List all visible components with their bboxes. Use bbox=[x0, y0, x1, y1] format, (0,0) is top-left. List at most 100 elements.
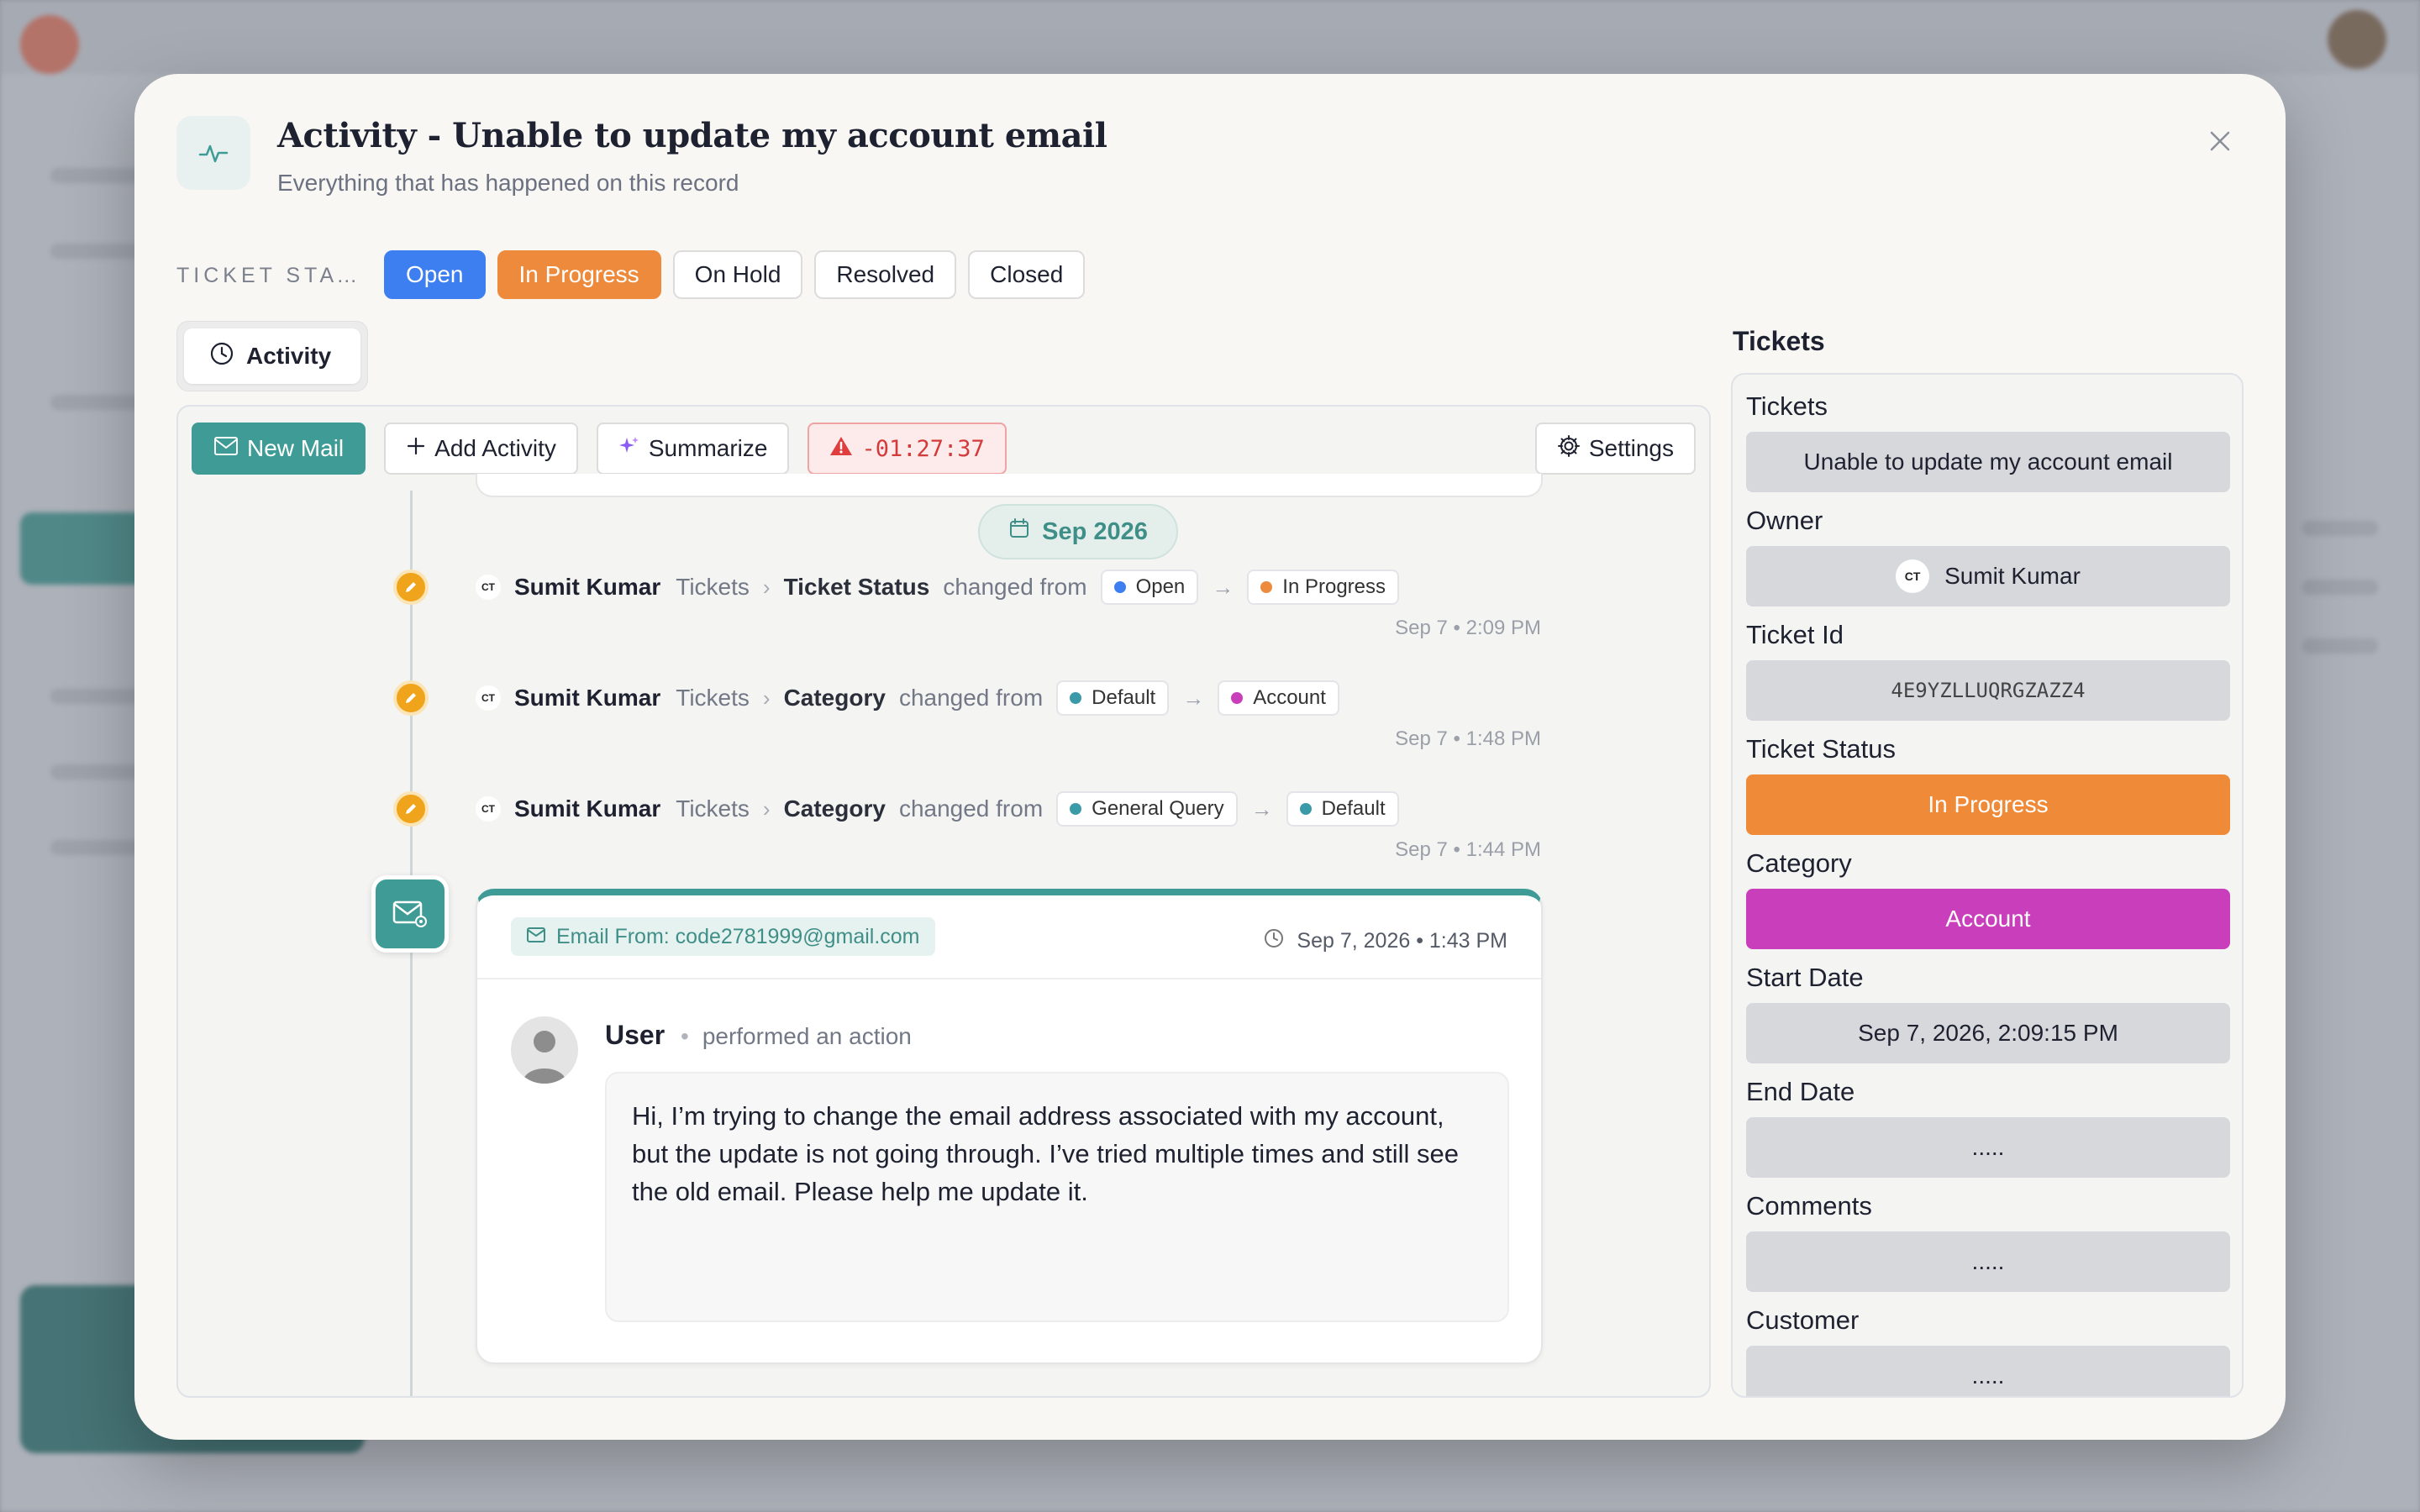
add-activity-label: Add Activity bbox=[434, 435, 556, 461]
field-label: Category bbox=[1746, 848, 1852, 878]
email-body: Hi, I’m trying to change the email addre… bbox=[605, 1072, 1509, 1322]
tab-bar: Activity bbox=[176, 321, 368, 391]
avatar: CT bbox=[476, 796, 501, 822]
status-dot bbox=[1231, 692, 1244, 704]
status-option-resolved[interactable]: Resolved bbox=[814, 250, 957, 299]
email-action-text: performed an action bbox=[702, 1023, 912, 1049]
field-value[interactable]: ..... bbox=[1746, 1117, 2230, 1178]
tab-activity[interactable]: Activity bbox=[184, 328, 360, 384]
field-label: Ticket Id bbox=[1746, 620, 1844, 649]
chevron-right-icon: › bbox=[762, 795, 771, 822]
field-value[interactable]: Unable to update my account email bbox=[1746, 432, 2230, 492]
field-owner: Owner CT Sumit Kumar bbox=[1746, 506, 2230, 606]
ticket-details-panel: Tickets Unable to update my account emai… bbox=[1731, 373, 2244, 1398]
avatar: CT bbox=[476, 685, 501, 711]
status-option-closed[interactable]: Closed bbox=[968, 250, 1086, 299]
pencil-icon bbox=[393, 791, 429, 827]
activity-module: Tickets bbox=[676, 685, 750, 711]
to-value-tag: Default bbox=[1286, 791, 1399, 827]
field-value[interactable]: 4E9YZLLUQRGZAZZ4 bbox=[1746, 660, 2230, 721]
activity-user[interactable]: Sumit Kumar bbox=[514, 685, 660, 711]
pencil-icon bbox=[393, 680, 429, 716]
date-group-label: Sep 2026 bbox=[1042, 517, 1148, 545]
activity-line: CT Sumit Kumar Tickets › Ticket Status c… bbox=[476, 566, 1399, 608]
new-mail-label: New Mail bbox=[247, 435, 345, 461]
ticket-status-selector: Open In Progress On Hold Resolved Closed bbox=[384, 250, 1086, 299]
status-option-on-hold[interactable]: On Hold bbox=[672, 250, 803, 299]
activity-field: Category bbox=[783, 685, 886, 711]
status-dot bbox=[1070, 692, 1082, 704]
summarize-label: Summarize bbox=[648, 435, 768, 461]
sla-timer-value: -01:27:37 bbox=[861, 435, 985, 462]
modal-subtitle: Everything that has happened on this rec… bbox=[277, 170, 739, 196]
status-option-in-progress[interactable]: In Progress bbox=[497, 250, 661, 299]
field-label: Owner bbox=[1746, 506, 1823, 535]
from-value: General Query bbox=[1092, 797, 1224, 820]
field-value[interactable]: ..... bbox=[1746, 1346, 2230, 1396]
chevron-right-icon: › bbox=[762, 685, 771, 711]
activity-time: Sep 7 • 1:48 PM bbox=[1395, 727, 1541, 750]
sla-timer[interactable]: -01:27:37 bbox=[808, 423, 1007, 475]
new-mail-button[interactable]: New Mail bbox=[192, 423, 366, 475]
arrow-right-icon: → bbox=[1250, 795, 1273, 822]
activity-time: Sep 7 • 1:44 PM bbox=[1395, 838, 1541, 861]
field-value[interactable]: Sep 7, 2026, 2:09:15 PM bbox=[1746, 1003, 2230, 1063]
mail-icon bbox=[526, 925, 546, 949]
email-from: Email From: code2781999@gmail.com bbox=[556, 924, 920, 948]
to-value: In Progress bbox=[1282, 575, 1386, 598]
gear-icon bbox=[1557, 434, 1581, 464]
warning-icon bbox=[829, 435, 853, 463]
plus-icon bbox=[406, 435, 426, 462]
chevron-right-icon: › bbox=[762, 574, 771, 600]
status-option-open[interactable]: Open bbox=[384, 250, 486, 299]
status-dot bbox=[1260, 581, 1273, 593]
date-group-chip: Sep 2026 bbox=[978, 504, 1178, 559]
email-card[interactable]: Email From: code2781999@gmail.com Sep 7,… bbox=[476, 889, 1543, 1364]
clock-icon bbox=[1263, 927, 1285, 955]
mail-icon bbox=[213, 435, 239, 462]
previous-card-edge bbox=[476, 474, 1543, 497]
activity-user[interactable]: Sumit Kumar bbox=[514, 574, 660, 601]
summarize-button[interactable]: Summarize bbox=[596, 423, 790, 475]
sparkle-icon bbox=[618, 435, 640, 463]
field-value[interactable]: Account bbox=[1746, 889, 2230, 949]
owner-value[interactable]: CT Sumit Kumar bbox=[1746, 546, 2230, 606]
avatar: CT bbox=[1896, 559, 1930, 593]
activity-user[interactable]: Sumit Kumar bbox=[514, 795, 660, 822]
activity-verb: changed from bbox=[898, 685, 1044, 711]
field-comments: Comments ..... bbox=[1746, 1191, 2230, 1292]
field-label: Customer bbox=[1746, 1305, 1860, 1335]
settings-button[interactable]: Settings bbox=[1534, 423, 1696, 475]
to-value-tag: In Progress bbox=[1247, 570, 1399, 605]
activity-line: CT Sumit Kumar Tickets › Category change… bbox=[476, 677, 1339, 719]
field-ticket-id: Ticket Id 4E9YZLLUQRGZAZZ4 bbox=[1746, 620, 2230, 721]
from-value-tag: Open bbox=[1100, 570, 1199, 605]
field-label: Tickets bbox=[1746, 391, 1828, 421]
field-start-date: Start Date Sep 7, 2026, 2:09:15 PM bbox=[1746, 963, 2230, 1063]
activity-module: Tickets bbox=[676, 574, 750, 600]
email-action: • performed an action bbox=[681, 1023, 912, 1049]
field-value[interactable]: In Progress bbox=[1746, 774, 2230, 835]
arrow-right-icon: → bbox=[1212, 574, 1234, 600]
field-label: Start Date bbox=[1746, 963, 1864, 992]
from-value-tag: General Query bbox=[1056, 791, 1238, 827]
calendar-icon bbox=[1008, 517, 1030, 546]
field-customer: Customer ..... bbox=[1746, 1305, 2230, 1396]
field-value[interactable]: ..... bbox=[1746, 1231, 2230, 1292]
activity-item: CT Sumit Kumar Tickets › Category change… bbox=[178, 677, 1709, 778]
close-icon[interactable] bbox=[2196, 118, 2244, 165]
from-value: Default bbox=[1092, 686, 1156, 709]
email-date: Sep 7, 2026 • 1:43 PM bbox=[1263, 927, 1507, 955]
email-card-header: Email From: code2781999@gmail.com Sep 7,… bbox=[477, 895, 1541, 979]
status-dot bbox=[1070, 803, 1082, 815]
owner-name: Sumit Kumar bbox=[1944, 563, 2081, 589]
clock-icon bbox=[209, 341, 234, 372]
activity-panel: New Mail Add Activity Summarize -01:27:3… bbox=[176, 405, 1711, 1398]
activity-item: CT Sumit Kumar Tickets › Category change… bbox=[178, 788, 1709, 889]
activity-modal: Activity - Unable to update my account e… bbox=[134, 74, 2286, 1440]
to-value: Default bbox=[1321, 797, 1386, 820]
field-label: Comments bbox=[1746, 1191, 1872, 1221]
add-activity-button[interactable]: Add Activity bbox=[384, 423, 578, 475]
from-value-tag: Default bbox=[1056, 680, 1170, 716]
to-value-tag: Account bbox=[1218, 680, 1339, 716]
